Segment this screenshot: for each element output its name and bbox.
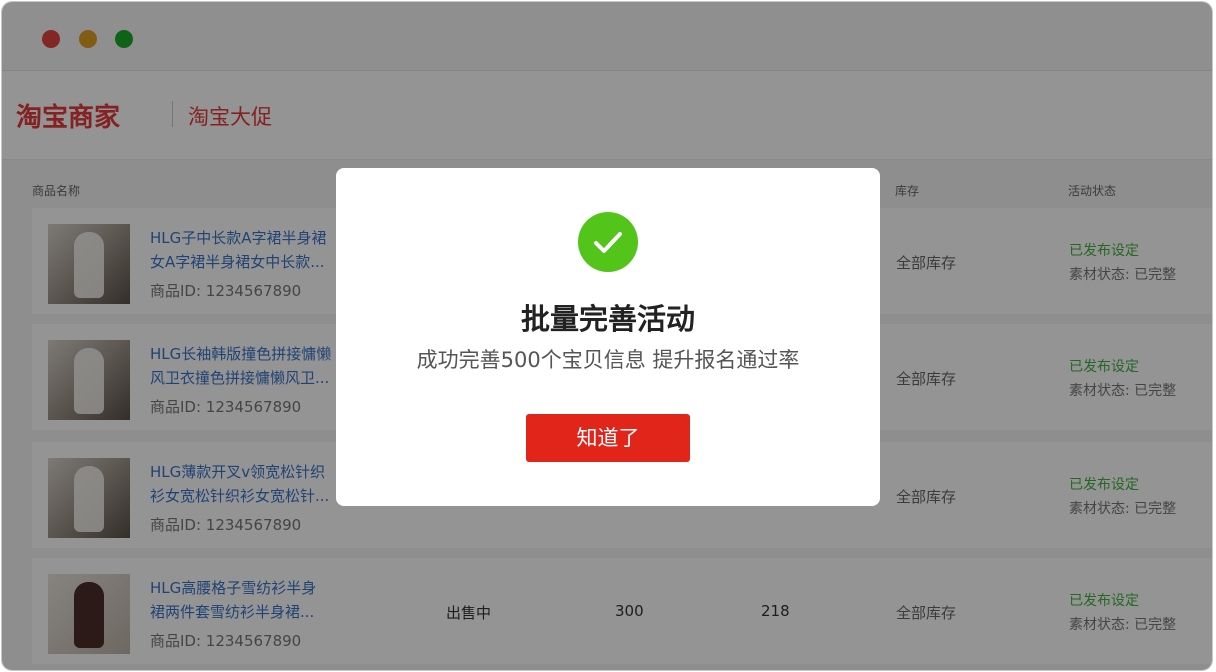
check-icon [578, 212, 638, 272]
dialog-title: 批量完善活动 [520, 302, 695, 336]
dialog-message: 成功完善500个宝贝信息 提升报名通过率 [416, 348, 800, 372]
success-dialog: 批量完善活动 成功完善500个宝贝信息 提升报名通过率 知道了 [336, 168, 880, 506]
acknowledge-button[interactable]: 知道了 [526, 414, 690, 462]
